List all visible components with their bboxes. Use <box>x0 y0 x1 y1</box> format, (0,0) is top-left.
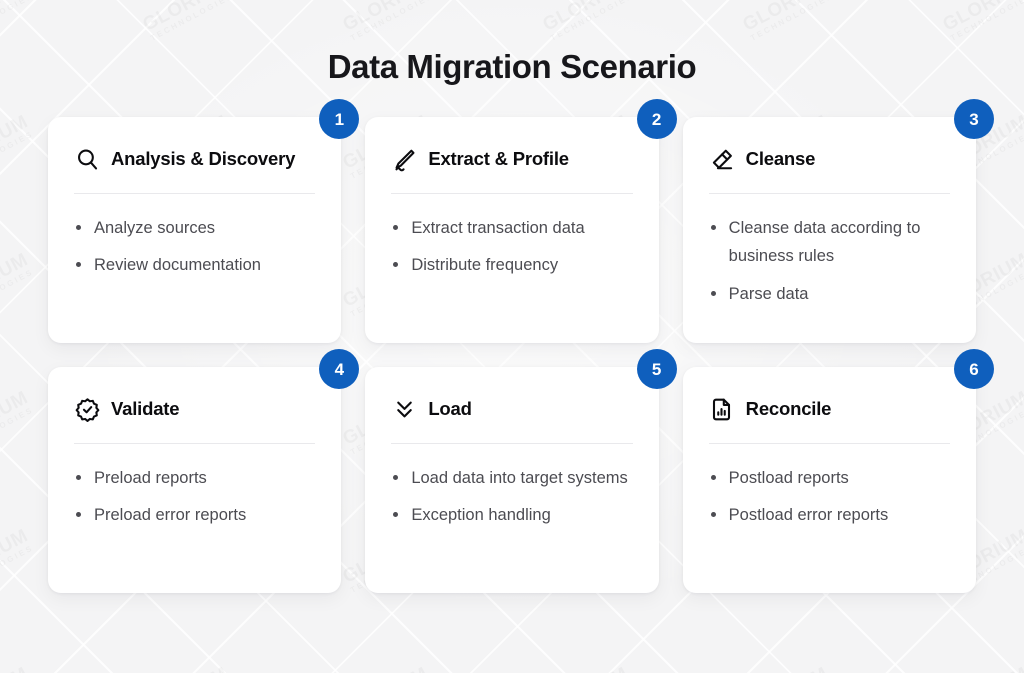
double-chevron-down-icon <box>391 396 417 422</box>
step-card-3: 3 Cleanse Cleanse data according to busine… <box>682 99 994 343</box>
card-header: Load <box>391 393 632 425</box>
page-title: Data Migration Scenario <box>327 48 697 85</box>
card-title: Cleanse <box>745 148 816 169</box>
card-header: Validate <box>74 393 315 425</box>
step-card-5: 5 Load Load data into target systems Except… <box>365 349 677 593</box>
card-title: Load <box>428 398 472 419</box>
list-item: Parse data <box>709 280 950 308</box>
card-divider <box>74 193 316 194</box>
card-bullet-list: Cleanse data according to business rules… <box>709 214 950 308</box>
list-item: Load data into target systems <box>391 464 632 492</box>
step-number-badge: 6 <box>954 349 994 389</box>
card-bullet-list: Load data into target systems Exception h… <box>391 464 632 530</box>
card-divider <box>391 193 633 194</box>
card-title: Reconcile <box>745 398 832 419</box>
eraser-icon <box>709 146 735 172</box>
list-item: Postload reports <box>709 464 950 492</box>
search-icon <box>74 146 100 172</box>
list-item: Analyze sources <box>74 214 315 242</box>
step-card-1: 1 Analysis & Discovery Analyze sources Revi… <box>48 99 360 343</box>
step-number-badge: 4 <box>319 349 360 389</box>
step-number-badge: 2 <box>636 99 677 139</box>
card-header: Cleanse <box>709 143 950 175</box>
document-chart-icon <box>709 396 735 422</box>
list-item: Exception handling <box>391 501 632 529</box>
card-bullet-list: Extract transaction data Distribute frequ… <box>391 214 632 280</box>
list-item: Postload error reports <box>709 501 950 529</box>
card-header: Extract & Profile <box>391 143 632 175</box>
step-number-badge: 5 <box>636 349 677 389</box>
step-card-2: 2 Extract & Profile Extract transaction da… <box>365 99 677 343</box>
card-title: Extract & Profile <box>428 148 569 169</box>
list-item: Review documentation <box>74 251 315 279</box>
card-divider <box>708 193 950 194</box>
list-item: Preload error reports <box>74 501 315 529</box>
infographic-page: Data Migration Scenario 1 Analysis & Disc… <box>0 0 1024 673</box>
card-bullet-list: Postload reports Postload error reports <box>709 464 950 530</box>
list-item: Extract transaction data <box>391 214 632 242</box>
card-bullet-list: Preload reports Preload error reports <box>74 464 315 530</box>
list-item: Preload reports <box>74 464 315 492</box>
card-bullet-list: Analyze sources Review documentation <box>74 214 315 280</box>
card-grid: 1 Analysis & Discovery Analyze sources Revi… <box>48 99 994 593</box>
card-title: Validate <box>111 398 180 419</box>
list-item: Cleanse data according to business rules <box>709 214 950 271</box>
card-header: Analysis & Discovery <box>74 143 315 175</box>
card-header: Reconcile <box>709 393 950 425</box>
card-divider <box>74 443 316 444</box>
step-number-badge: 1 <box>319 99 360 139</box>
card-divider <box>391 443 633 444</box>
step-card-6: 6 Reconcile Postload reports Postload error… <box>682 349 994 593</box>
card-divider <box>708 443 950 444</box>
step-card-4: 4 Validate Preload reports Preload error re… <box>48 349 360 593</box>
badge-check-icon <box>74 396 100 422</box>
step-number-badge: 3 <box>954 99 994 139</box>
list-item: Distribute frequency <box>391 251 632 279</box>
pen-squiggle-icon <box>391 146 417 172</box>
card-title: Analysis & Discovery <box>111 148 296 169</box>
